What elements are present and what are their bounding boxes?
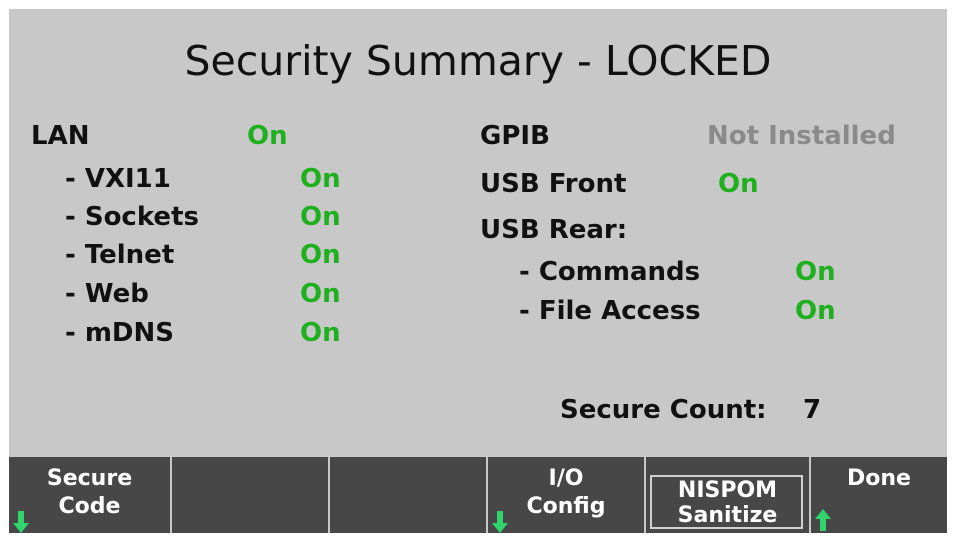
secure-code-line2: Code [58, 494, 121, 519]
done-label: Done [847, 466, 911, 491]
nispom-line2: Sanitize [677, 503, 778, 528]
sockets-label: - Sockets [65, 202, 199, 232]
usb-front-status: On [718, 169, 759, 199]
gpib-label: GPIB [480, 121, 550, 151]
vxi11-label: - VXI11 [65, 164, 171, 194]
telnet-label: - Telnet [65, 240, 175, 270]
commands-label: - Commands [519, 257, 701, 287]
web-label: - Web [65, 279, 149, 309]
page-title: Security Summary - LOCKED [184, 37, 772, 85]
secure-code-softkey[interactable]: Secure Code [9, 457, 172, 533]
softkey-bar: Secure Code I/O Config NISPOM Sanitize D… [9, 457, 947, 533]
telnet-status: On [300, 240, 341, 270]
done-softkey[interactable]: Done [811, 457, 947, 533]
softkey-2-blank[interactable] [172, 457, 330, 533]
instrument-screen: Security Summary - LOCKED LAN On - VXI11… [9, 9, 947, 533]
io-config-softkey[interactable]: I/O Config [488, 457, 646, 533]
mdns-label: - mDNS [65, 318, 175, 348]
gpib-status: Not Installed [707, 121, 896, 151]
web-status: On [300, 279, 341, 309]
secure-count-value: 7 [803, 395, 822, 425]
io-config-line2: Config [526, 494, 606, 519]
file-access-status: On [795, 296, 836, 326]
commands-status: On [795, 257, 836, 287]
mdns-status: On [300, 318, 341, 348]
nispom-sanitize-softkey[interactable]: NISPOM Sanitize [646, 457, 811, 533]
vxi11-status: On [300, 164, 341, 194]
softkey-3-blank[interactable] [330, 457, 488, 533]
usb-rear-label: USB Rear: [480, 215, 628, 245]
arrow-up-icon [815, 509, 831, 531]
sockets-status: On [300, 202, 341, 232]
io-config-line1: I/O [548, 466, 584, 491]
lan-status: On [247, 121, 288, 151]
secure-code-line1: Secure [46, 466, 133, 491]
file-access-label: - File Access [519, 296, 701, 326]
lan-label: LAN [31, 121, 90, 151]
nispom-line1: NISPOM [677, 478, 778, 503]
secure-count-label: Secure Count: [560, 395, 767, 425]
arrow-down-icon [492, 511, 508, 533]
usb-front-label: USB Front [480, 169, 627, 199]
arrow-down-icon [13, 511, 29, 533]
